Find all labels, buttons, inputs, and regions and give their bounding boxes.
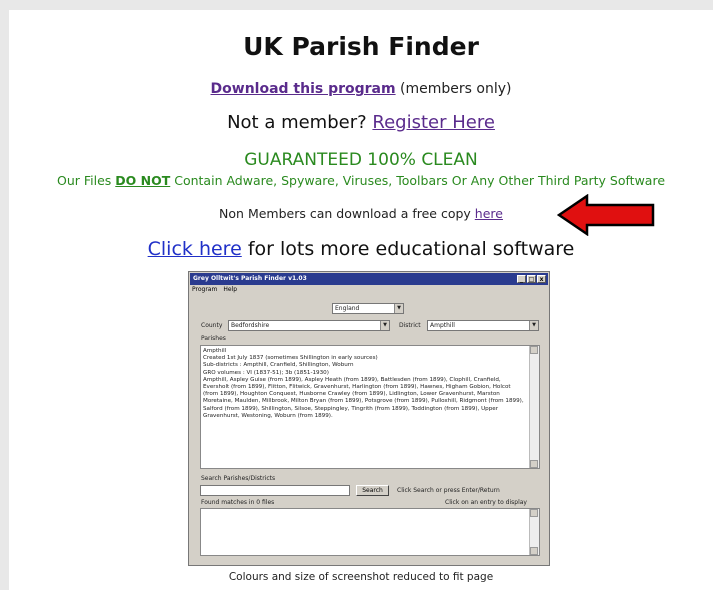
clean-prefix: Our Files (56, 173, 112, 188)
edu-link[interactable]: Click here (148, 238, 242, 260)
click-hint: Click on an entry to display (445, 499, 527, 506)
scroll-down-icon[interactable] (530, 460, 538, 468)
scroll-up-icon[interactable] (530, 346, 538, 354)
menu-program[interactable]: Program (192, 286, 217, 293)
parishes-scrollbar[interactable] (529, 346, 539, 468)
district-value: Ampthill (430, 322, 455, 329)
chevron-down-icon: ▼ (529, 321, 538, 330)
member-line: Not a member? Register Here (9, 112, 713, 133)
county-value: Bedfordshire (231, 322, 270, 329)
parishes-label: Parishes (201, 335, 226, 342)
chevron-down-icon: ▼ (394, 304, 403, 313)
chevron-down-icon: ▼ (380, 321, 389, 330)
app-titlebar: Grey Olltwit's Parish Finder v1.03 _ □ x (190, 273, 548, 285)
guarantee-heading: GUARANTEED 100% CLEAN (244, 150, 478, 170)
district-label: District (399, 322, 421, 329)
edu-line: Click here for lots more educational sof… (9, 238, 713, 260)
scroll-down-icon[interactable] (530, 547, 538, 555)
download-line: Download this program (members only) (9, 81, 713, 97)
maximize-icon[interactable]: □ (527, 275, 536, 283)
minimize-icon[interactable]: _ (517, 275, 526, 283)
app-screenshot: Grey Olltwit's Parish Finder v1.03 _ □ x… (188, 271, 550, 566)
results-box[interactable] (200, 508, 540, 556)
county-label: County (201, 322, 223, 329)
found-matches: Found matches in 0 files (201, 499, 275, 506)
member-prefix: Not a member? (227, 112, 367, 133)
results-scrollbar[interactable] (529, 509, 539, 555)
register-link[interactable]: Register Here (372, 112, 495, 133)
scroll-up-icon[interactable] (530, 509, 538, 517)
search-hint: Click Search or press Enter/Return (397, 487, 500, 494)
county-select[interactable]: Bedfordshire ▼ (228, 320, 390, 331)
window-controls: _ □ x (517, 275, 546, 283)
page-title: UK Parish Finder (243, 32, 479, 61)
screenshot-caption: Colours and size of screenshot reduced t… (228, 571, 494, 583)
search-button[interactable]: Search (356, 485, 389, 496)
country-select[interactable]: England ▼ (332, 303, 404, 314)
clean-notice: Our Files DO NOT Contain Adware, Spyware… (1, 173, 713, 188)
app-title: Grey Olltwit's Parish Finder v1.03 (193, 275, 307, 282)
nonmember-text: Non Members can download a free copy (219, 206, 471, 221)
app-menubar: Program Help (192, 286, 237, 293)
download-note: (members only) (400, 81, 512, 97)
close-icon[interactable]: x (537, 275, 546, 283)
download-link[interactable]: Download this program (211, 81, 396, 97)
district-select[interactable]: Ampthill ▼ (427, 320, 539, 331)
edu-suffix: for lots more educational software (247, 238, 575, 260)
free-copy-link[interactable]: here (475, 206, 503, 221)
parishes-box[interactable]: Ampthill Created 1st July 1837 (sometime… (200, 345, 540, 469)
red-arrow-icon (557, 194, 655, 236)
parishes-text: Ampthill Created 1st July 1837 (sometime… (203, 348, 524, 419)
search-input[interactable] (200, 485, 350, 496)
clean-suffix: Contain Adware, Spyware, Viruses, Toolba… (174, 173, 666, 188)
country-value: England (335, 305, 360, 312)
menu-help[interactable]: Help (223, 286, 237, 293)
clean-emphasis: DO NOT (115, 173, 171, 188)
search-label: Search Parishes/Districts (201, 475, 276, 482)
